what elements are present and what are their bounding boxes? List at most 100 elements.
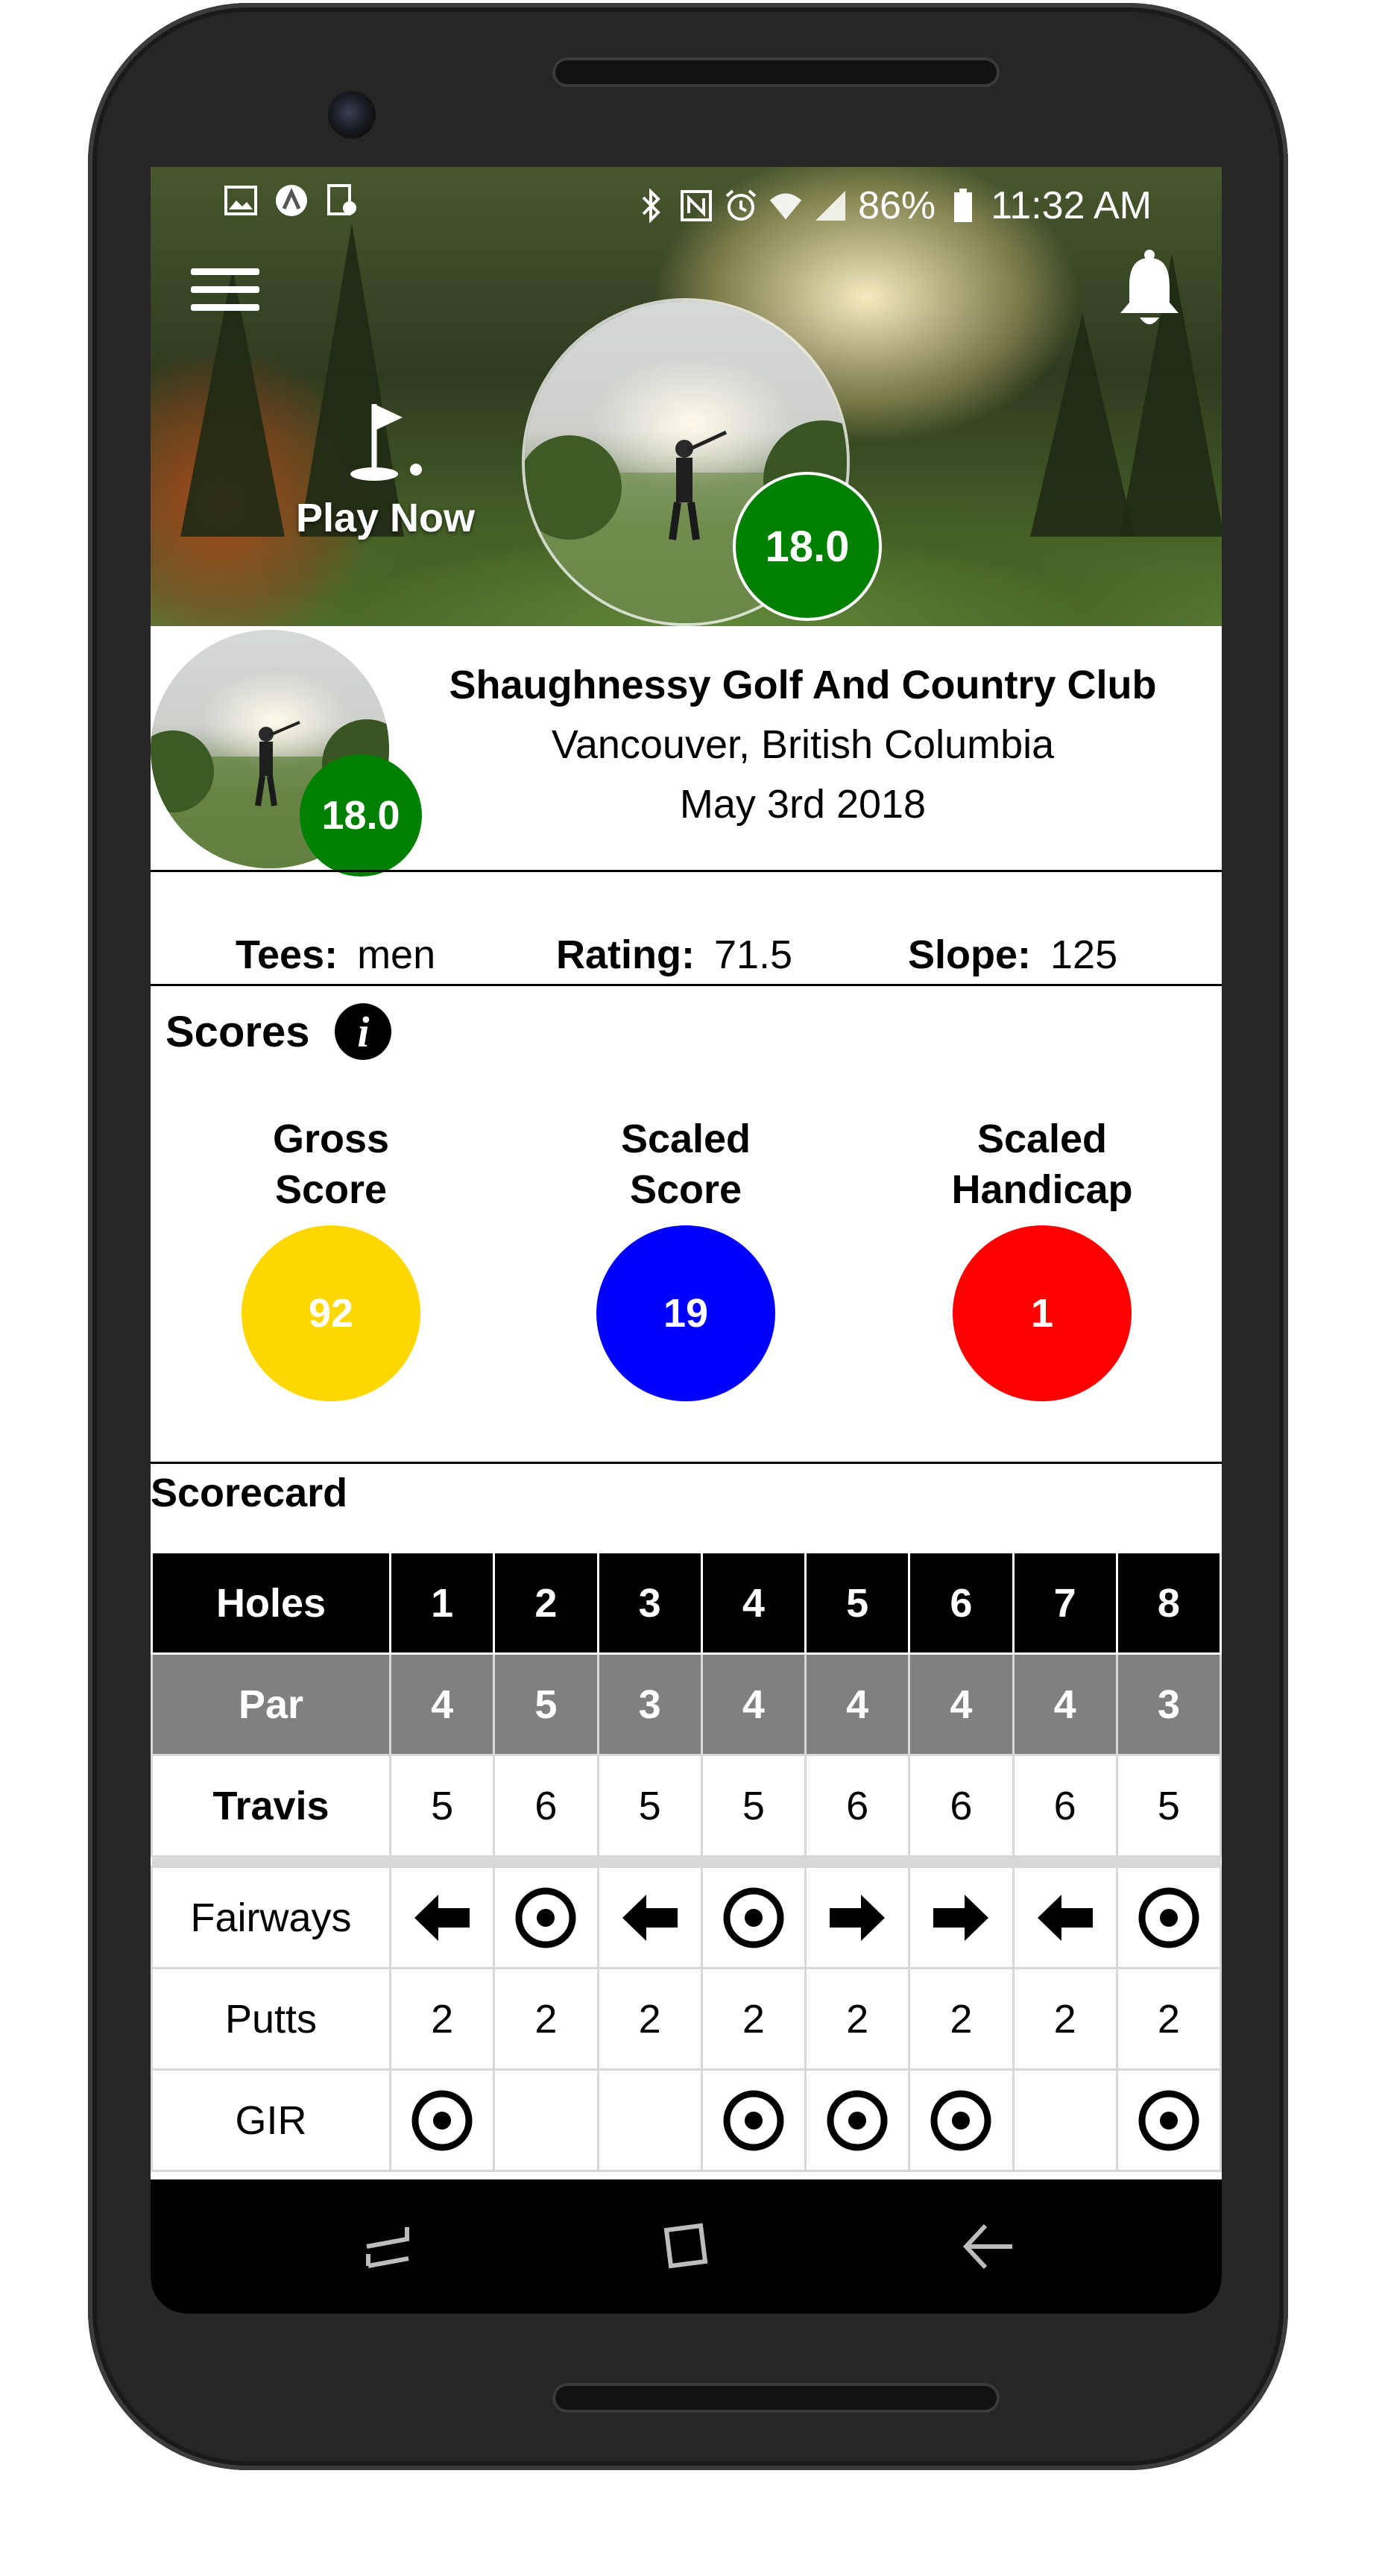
- clock: 11:32 AM: [991, 184, 1152, 227]
- top-speaker: [552, 57, 1000, 87]
- notification-bell-icon[interactable]: [1117, 247, 1181, 329]
- wifi-icon: [769, 189, 803, 223]
- rating-value: 71.5: [713, 932, 793, 977]
- putts-cell[interactable]: 2: [493, 1967, 599, 2071]
- scaled-handicap-circle: 1: [953, 1225, 1132, 1401]
- fairway-cell[interactable]: [493, 1866, 599, 1969]
- putts-cell[interactable]: 2: [908, 1967, 1015, 2071]
- score-cell[interactable]: 5: [1115, 1754, 1222, 1857]
- putts-row: Putts 2 2 2 2 2 2 2 2: [151, 1967, 1222, 2071]
- gir-cell[interactable]: [493, 2068, 599, 2172]
- hole-number: 1: [388, 1551, 496, 1655]
- front-camera: [328, 91, 376, 139]
- bluetooth-icon: [634, 189, 669, 223]
- score-cell[interactable]: 5: [700, 1754, 807, 1857]
- background-tree: [1030, 313, 1135, 537]
- fairways-row: Fairways: [151, 1866, 1222, 1969]
- score-cell[interactable]: 5: [388, 1754, 496, 1857]
- putts-cell[interactable]: 2: [804, 1967, 911, 2071]
- right-arrow-icon: [830, 1894, 886, 1941]
- battery-percent: 86%: [858, 184, 936, 227]
- handicap-badge: 18.0: [733, 472, 882, 621]
- fairway-cell[interactable]: [388, 1866, 496, 1969]
- target-icon: [1138, 2090, 1199, 2150]
- gir-cell[interactable]: [596, 2068, 703, 2172]
- player-name: Travis: [151, 1754, 391, 1857]
- scaled-score-label-line2: Score: [629, 1167, 742, 1212]
- alarm-icon: [724, 189, 758, 223]
- par-cell: 5: [493, 1652, 599, 1756]
- gir-cell[interactable]: [1115, 2068, 1222, 2172]
- back-icon[interactable]: [959, 2217, 1018, 2276]
- image-notification-icon: [224, 183, 258, 218]
- course-name: Shaughnessy Golf And Country Club: [449, 663, 1157, 707]
- putts-cell[interactable]: 2: [596, 1967, 703, 2071]
- putts-cell[interactable]: 2: [1012, 1967, 1118, 2071]
- home-icon[interactable]: [656, 2217, 716, 2276]
- slope-info: Slope: 125: [908, 932, 1117, 978]
- fairway-cell[interactable]: [804, 1866, 911, 1969]
- gir-label: GIR: [151, 2068, 391, 2172]
- status-bar: 86% 11:32 AM: [151, 167, 1222, 240]
- divider: [151, 870, 1222, 872]
- fairway-cell[interactable]: [596, 1866, 703, 1969]
- fairway-cell[interactable]: [908, 1866, 1015, 1969]
- play-now-button[interactable]: Play Now: [262, 397, 508, 546]
- rating-info: Rating: 71.5: [556, 932, 792, 978]
- fairway-cell[interactable]: [1012, 1866, 1118, 1969]
- par-cell: 4: [908, 1652, 1015, 1756]
- target-icon: [411, 2090, 473, 2150]
- golf-flag-icon: [350, 404, 422, 481]
- par-row: Par 4 5 3 4 4 4 4 3: [151, 1652, 1222, 1756]
- target-icon: [723, 1887, 784, 1948]
- putts-cell[interactable]: 2: [388, 1967, 496, 2071]
- fairway-cell[interactable]: [1115, 1866, 1222, 1969]
- fairway-cell[interactable]: [700, 1866, 807, 1969]
- par-cell: 4: [388, 1652, 496, 1756]
- hole-number: 2: [493, 1551, 599, 1655]
- bottom-speaker: [552, 2383, 1000, 2413]
- tee-details: Tees: men Rating: 71.5 Slope: 125: [151, 896, 1222, 1015]
- hole-number: 5: [804, 1551, 911, 1655]
- holes-label: Holes: [151, 1551, 391, 1655]
- score-cell[interactable]: 6: [493, 1754, 599, 1857]
- recent-apps-icon[interactable]: [358, 2217, 417, 2276]
- info-icon[interactable]: i: [335, 1003, 392, 1060]
- par-cell: 3: [596, 1652, 703, 1756]
- course-info: Shaughnessy Golf And Country Club Vancou…: [397, 655, 1209, 834]
- gir-row: GIR: [151, 2068, 1222, 2172]
- scorecard-table: Holes 1 2 3 4 5 6 7 8 Par 4 5 3 4 4 4 4 …: [151, 1551, 1222, 2172]
- gir-cell[interactable]: [388, 2068, 496, 2172]
- slope-label: Slope:: [908, 932, 1032, 977]
- hole-number: 4: [700, 1551, 807, 1655]
- hole-number: 8: [1115, 1551, 1222, 1655]
- round-date: May 3rd 2018: [679, 782, 927, 827]
- score-cell[interactable]: 6: [908, 1754, 1015, 1857]
- score-cell[interactable]: 5: [596, 1754, 703, 1857]
- nfc-icon: [679, 189, 713, 223]
- divider: [151, 1462, 1222, 1464]
- target-icon: [723, 2090, 784, 2150]
- putts-cell[interactable]: 2: [1115, 1967, 1222, 2071]
- gir-cell[interactable]: [908, 2068, 1015, 2172]
- left-arrow-icon: [1037, 1894, 1093, 1941]
- par-cell: 4: [700, 1652, 807, 1756]
- par-label: Par: [151, 1652, 391, 1756]
- gir-cell[interactable]: [700, 2068, 807, 2172]
- battery-icon: [946, 189, 980, 223]
- scaled-handicap-label-line2: Handicap: [951, 1167, 1133, 1212]
- scaled-score-circle: 19: [596, 1225, 775, 1401]
- score-cell[interactable]: 6: [804, 1754, 911, 1857]
- hamburger-menu-icon[interactable]: [191, 262, 259, 315]
- putts-label: Putts: [151, 1967, 391, 2071]
- gross-score-label-line1: Gross: [272, 1117, 390, 1161]
- app-notification-icon: [274, 183, 309, 218]
- gir-cell[interactable]: [804, 2068, 911, 2172]
- par-cell: 4: [1012, 1652, 1118, 1756]
- gir-cell[interactable]: [1012, 2068, 1118, 2172]
- scaled-handicap-label-line1: Scaled: [977, 1117, 1108, 1161]
- score-cell[interactable]: 6: [1012, 1754, 1118, 1857]
- player-row: Travis 5 6 5 5 6 6 6 5: [151, 1754, 1222, 1857]
- target-icon: [827, 2090, 888, 2150]
- putts-cell[interactable]: 2: [700, 1967, 807, 2071]
